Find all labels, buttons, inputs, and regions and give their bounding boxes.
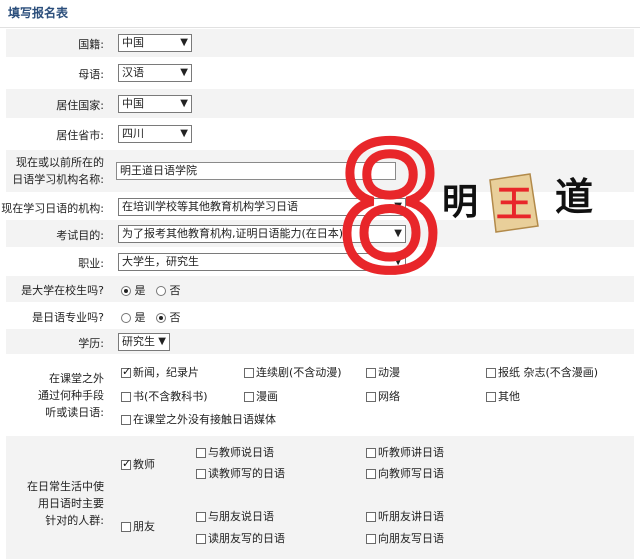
media-option[interactable]: 动漫 [366, 364, 400, 380]
checkbox[interactable] [366, 469, 376, 479]
is-student-yes-radio[interactable] [121, 286, 131, 296]
target-teacher-sub[interactable]: 与教师说日语 [196, 444, 274, 460]
media-option[interactable]: 网络 [366, 388, 400, 404]
brand-logo: 明 王 道 [442, 173, 593, 233]
media-option[interactable]: 在课堂之外没有接触日语媒体 [121, 411, 276, 427]
institution-label-line2: 日语学习机构名称: [12, 173, 104, 186]
is-student-no-radio[interactable] [156, 286, 166, 296]
is-major-label: 是日语专业吗? [32, 311, 104, 324]
target-friend-sub[interactable]: 与朋友说日语 [196, 508, 274, 524]
row-education: 学历: 研究生 ▼ [6, 329, 634, 354]
chevron-down-icon: ▼ [180, 67, 188, 78]
form-title: 填写报名表 [0, 0, 640, 28]
checkbox[interactable] [244, 392, 254, 402]
native-language-select[interactable]: 汉语 ▼ [118, 64, 192, 82]
targets-label-line1: 在日常生活中使 [27, 480, 104, 493]
row-is-major: 是日语专业吗? 是 否 [6, 303, 634, 328]
row-is-student: 是大学在校生吗? 是 否 [6, 276, 634, 302]
is-major-yes-radio[interactable] [121, 313, 131, 323]
row-native-language: 母语: 汉语 ▼ [6, 58, 634, 88]
checkbox[interactable] [366, 448, 376, 458]
row-nationality: 国籍: 中国 ▼ [6, 29, 634, 57]
target-friend[interactable]: 朋友 [121, 518, 155, 534]
chevron-down-icon: ▼ [158, 336, 166, 347]
checkbox[interactable] [486, 368, 496, 378]
target-teacher-sub[interactable]: 听教师讲日语 [366, 444, 444, 460]
education-select[interactable]: 研究生 ▼ [118, 333, 170, 351]
target-teacher-sub[interactable]: 读教师写的日语 [196, 465, 285, 481]
svg-text:8: 8 [335, 128, 444, 278]
target-teacher-sub[interactable]: 向教师写日语 [366, 465, 444, 481]
country-select[interactable]: 中国 ▼ [118, 95, 192, 113]
logo-char-3: 道 [555, 175, 593, 219]
education-label: 学历: [78, 337, 104, 350]
checkbox[interactable] [121, 457, 131, 470]
target-teacher[interactable]: 教师 [121, 456, 155, 472]
media-label-line1: 在课堂之外 [49, 372, 104, 385]
checkbox[interactable] [121, 392, 131, 402]
institution-label-line1: 现在或以前所在的 [16, 156, 104, 169]
media-option[interactable]: 报纸 杂志(不含漫画) [486, 364, 598, 380]
province-label: 居住省市: [56, 129, 104, 142]
checkbox[interactable] [121, 522, 131, 532]
media-option[interactable]: 其他 [486, 388, 520, 404]
target-friend-sub[interactable]: 向朋友写日语 [366, 530, 444, 546]
row-province: 居住省市: 四川 ▼ [6, 119, 634, 148]
native-language-label: 母语: [78, 68, 104, 81]
checkbox[interactable] [196, 448, 206, 458]
checkbox[interactable] [486, 392, 496, 402]
chevron-down-icon: ▼ [180, 128, 188, 139]
logo-char-1: 明 [442, 182, 478, 223]
is-student-label: 是大学在校生吗? [21, 284, 104, 297]
chevron-down-icon: ▼ [180, 98, 188, 109]
checkbox[interactable] [366, 368, 376, 378]
media-label-line3: 听或读日语: [45, 406, 104, 419]
targets-label-line2: 用日语时主要 [38, 497, 104, 510]
target-friend-sub[interactable]: 读朋友写的日语 [196, 530, 285, 546]
row-media: 在课堂之外 通过何种手段 听或读日语: 新闻，纪录片 连续剧(不含动漫) 动漫 … [6, 356, 634, 434]
media-option[interactable]: 书(不含教科书) [121, 388, 208, 404]
media-option[interactable]: 新闻，纪录片 [121, 364, 199, 380]
checkbox[interactable] [244, 368, 254, 378]
nationality-label: 国籍: [78, 38, 104, 51]
targets-label-line3: 针对的人群: [45, 514, 104, 527]
media-option[interactable]: 连续剧(不含动漫) [244, 364, 342, 380]
checkbox[interactable] [366, 512, 376, 522]
is-major-no-radio[interactable] [156, 313, 166, 323]
checkbox[interactable] [196, 512, 206, 522]
media-label-line2: 通过何种手段 [38, 389, 104, 402]
checkbox[interactable] [366, 534, 376, 544]
chevron-down-icon: ▼ [180, 37, 188, 48]
checkbox[interactable] [121, 415, 131, 425]
country-label: 居住国家: [56, 99, 104, 112]
occupation-label: 职业: [78, 257, 104, 270]
org-type-label: 现在学习日语的机构: [1, 202, 104, 215]
checkbox[interactable] [121, 365, 131, 378]
row-targets: 在日常生活中使 用日语时主要 针对的人群: 教师 与教师说日语 听教师讲日语 读… [6, 436, 634, 559]
row-country: 居住国家: 中国 ▼ [6, 89, 634, 118]
watermark-number-8: 8 [335, 128, 445, 278]
target-friend-sub[interactable]: 听朋友讲日语 [366, 508, 444, 524]
checkbox[interactable] [366, 392, 376, 402]
province-select[interactable]: 四川 ▼ [118, 125, 192, 143]
checkbox[interactable] [196, 534, 206, 544]
checkbox[interactable] [196, 469, 206, 479]
purpose-label: 考试目的: [56, 229, 104, 242]
nationality-select[interactable]: 中国 ▼ [118, 34, 192, 52]
logo-char-2: 王 [496, 184, 532, 225]
row-occupation: 职业: 大学生，研究生 ▼ [6, 248, 634, 275]
media-option[interactable]: 漫画 [244, 388, 278, 404]
